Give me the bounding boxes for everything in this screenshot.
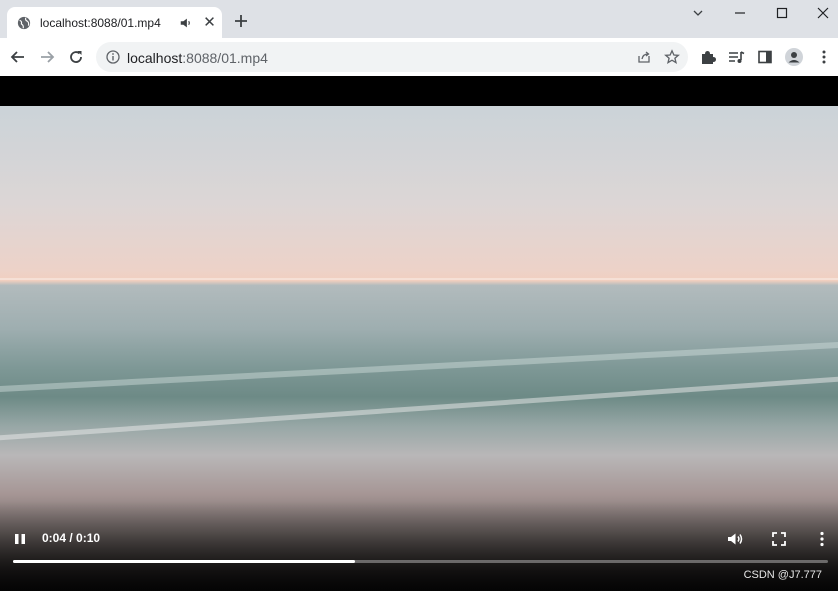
back-icon: [10, 51, 24, 63]
seek-bar[interactable]: [13, 560, 828, 563]
maximize-icon: [776, 7, 788, 19]
pause-button[interactable]: [12, 531, 28, 547]
forward-button[interactable]: [37, 47, 57, 67]
media-controls-button[interactable]: [727, 48, 745, 66]
new-tab-button[interactable]: [232, 12, 250, 30]
speaker-icon[interactable]: [179, 16, 193, 30]
minimize-icon: [735, 12, 745, 14]
extensions-button[interactable]: [699, 48, 717, 66]
side-panel-button[interactable]: [756, 48, 774, 66]
maximize-button[interactable]: [772, 4, 792, 22]
video-player[interactable]: 0:04 / 0:10 CSDN @J7.777: [0, 76, 838, 591]
kebab-menu-icon: [822, 50, 826, 64]
browser-chrome: localhost:8088/01.mp4 ✕ localhost:8088/0…: [0, 0, 838, 76]
close-icon: [817, 7, 829, 19]
controls-gradient: [0, 501, 838, 591]
video-frame[interactable]: [0, 106, 838, 591]
info-icon[interactable]: [106, 50, 120, 64]
profile-icon: [785, 48, 803, 66]
back-button[interactable]: [8, 47, 28, 67]
reload-button[interactable]: [66, 47, 86, 67]
menu-button[interactable]: [815, 48, 833, 66]
fullscreen-icon[interactable]: [770, 530, 788, 548]
volume-icon[interactable]: [726, 530, 744, 548]
media-queue-icon: [729, 51, 745, 63]
tab-search-button[interactable]: [688, 4, 708, 22]
tab-title: localhost:8088/01.mp4: [40, 15, 161, 30]
wave-foam: [0, 376, 838, 441]
globe-icon: [17, 16, 31, 29]
active-tab[interactable]: localhost:8088/01.mp4 ✕: [7, 7, 222, 38]
side-panel-icon: [758, 50, 772, 64]
chevron-down-icon: [693, 10, 703, 16]
share-icon[interactable]: [636, 49, 652, 65]
time-display: 0:04 / 0:10: [42, 531, 101, 545]
address-path: :8088/01.mp4: [182, 50, 268, 66]
reload-icon: [70, 51, 82, 63]
toolbar: localhost:8088/01.mp4: [0, 38, 838, 76]
address-bar[interactable]: localhost:8088/01.mp4: [96, 42, 688, 72]
watermark: CSDN @J7.777: [743, 569, 822, 581]
minimize-button[interactable]: [730, 4, 750, 22]
address-url: localhost:8088/01.mp4: [127, 50, 268, 66]
close-window-button[interactable]: [813, 4, 833, 22]
puzzle-icon: [702, 51, 716, 64]
profile-button[interactable]: [785, 48, 803, 66]
address-host: localhost: [127, 50, 183, 66]
forward-icon: [41, 51, 55, 63]
tab-close-button[interactable]: ✕: [202, 15, 217, 30]
more-options-icon[interactable]: [813, 530, 831, 548]
star-icon[interactable]: [664, 49, 680, 65]
horizon-line: [0, 278, 838, 280]
seek-bar-progress: [13, 560, 356, 563]
